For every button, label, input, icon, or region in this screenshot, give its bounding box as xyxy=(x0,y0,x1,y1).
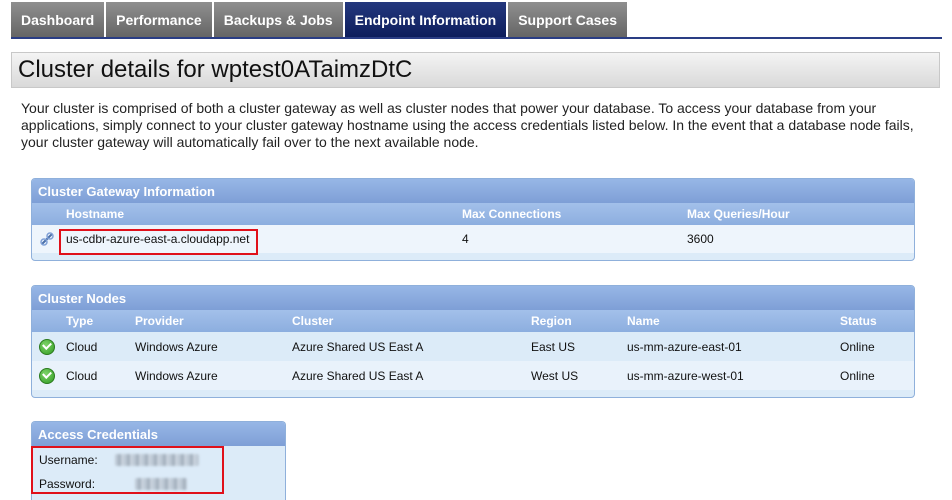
hostname-highlight-box xyxy=(59,229,258,255)
page-title: Cluster details for wptest0ATaimzDtC xyxy=(18,56,413,83)
node-name: us-mm-azure-west-01 xyxy=(627,368,744,383)
col-cluster: Cluster xyxy=(292,314,334,328)
cluster-nodes-panel: Cluster Nodes Type Provider Cluster Regi… xyxy=(31,285,915,398)
node-row: Cloud Windows Azure Azure Shared US East… xyxy=(32,332,914,361)
gateway-panel-heading: Cluster Gateway Information xyxy=(32,179,914,203)
col-status: Status xyxy=(840,314,877,328)
node-status: Online xyxy=(840,368,875,383)
col-region: Region xyxy=(531,314,572,328)
node-status: Online xyxy=(840,339,875,354)
node-provider: Windows Azure xyxy=(135,339,218,354)
node-name: us-mm-azure-east-01 xyxy=(627,339,742,354)
node-region: West US xyxy=(531,368,579,383)
check-icon xyxy=(39,338,55,355)
col-type: Type xyxy=(66,314,94,328)
top-tab-bar: Dashboard Performance Backups & Jobs End… xyxy=(11,2,627,38)
link-icon xyxy=(40,232,54,246)
gateway-column-headers: Hostname Max Connections Max Queries/Hou… xyxy=(32,203,914,225)
intro-text: Your cluster is comprised of both a clus… xyxy=(21,100,914,150)
node-region: East US xyxy=(531,339,576,354)
node-cluster: Azure Shared US East A xyxy=(292,339,424,354)
tab-endpoint-information[interactable]: Endpoint Information xyxy=(344,2,507,38)
tab-backups-jobs[interactable]: Backups & Jobs xyxy=(213,2,343,38)
nodes-column-headers: Type Provider Cluster Region Name Status xyxy=(32,310,914,332)
nodes-panel-heading: Cluster Nodes xyxy=(32,286,914,310)
col-hostname: Hostname xyxy=(66,207,125,221)
credentials-highlight-box xyxy=(31,446,224,494)
credentials-panel-heading: Access Credentials xyxy=(32,422,285,446)
tab-performance[interactable]: Performance xyxy=(106,2,212,38)
node-cluster: Azure Shared US East A xyxy=(292,368,424,383)
col-name: Name xyxy=(627,314,660,328)
gateway-max-queries: 3600 xyxy=(687,232,714,246)
col-provider: Provider xyxy=(135,314,184,328)
tab-dashboard[interactable]: Dashboard xyxy=(11,2,105,38)
node-provider: Windows Azure xyxy=(135,368,218,383)
node-type: Cloud xyxy=(66,339,98,354)
tab-support-cases[interactable]: Support Cases xyxy=(508,2,627,38)
gateway-max-connections: 4 xyxy=(462,232,469,246)
node-type: Cloud xyxy=(66,368,98,383)
tab-underline xyxy=(11,37,942,39)
col-max-connections: Max Connections xyxy=(462,207,562,221)
node-row: Cloud Windows Azure Azure Shared US East… xyxy=(32,361,914,390)
page-title-bar: Cluster details for wptest0ATaimzDtC xyxy=(11,52,940,88)
check-icon xyxy=(39,367,55,384)
col-max-queries: Max Queries/Hour xyxy=(687,207,790,221)
